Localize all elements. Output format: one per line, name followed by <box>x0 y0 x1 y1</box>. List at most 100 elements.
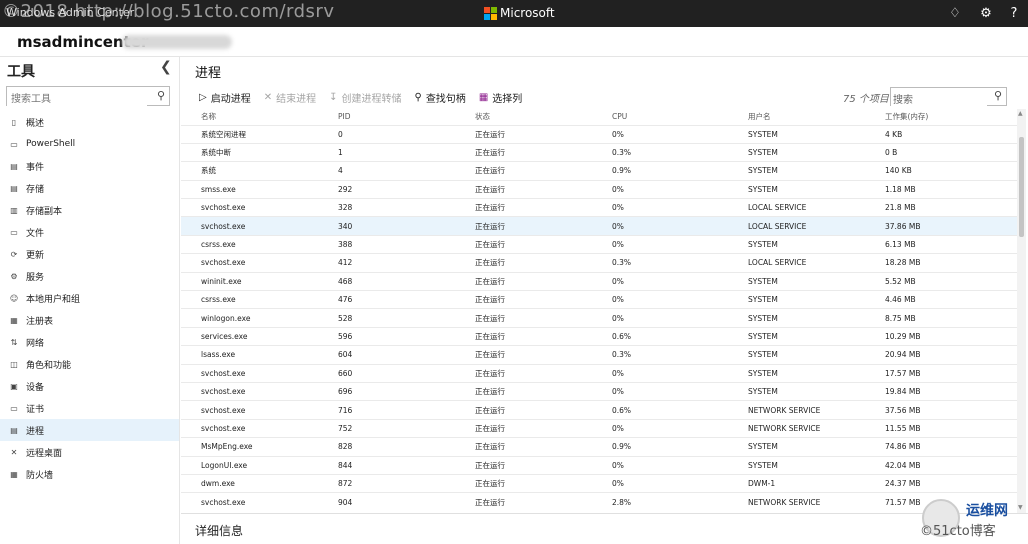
create-dump-button[interactable]: ↧ 创建进程转储 <box>329 90 401 105</box>
sidebar-item-firewall[interactable]: ▦ 防火墙 <box>0 463 179 485</box>
table-cell: 0% <box>612 423 624 433</box>
sidebar-item-label: 进程 <box>26 426 45 437</box>
sidebar-item-users[interactable]: ☺ 本地用户和组 <box>0 287 179 309</box>
table-cell: 0.6% <box>612 405 632 415</box>
column-header[interactable]: 用户名 <box>728 109 865 125</box>
table-cell: csrss.exe <box>201 295 236 305</box>
page-title: 进程 <box>195 66 222 81</box>
table-row[interactable]: svchost.exe 660 正在运行 0% SYSTEM 17.57 MB <box>181 364 1019 382</box>
table-row[interactable]: svchost.exe 752 正在运行 0% NETWORK SERVICE 11.55… <box>181 419 1019 437</box>
sidebar-item-files[interactable]: ▭ 文件 <box>0 221 179 243</box>
table-row[interactable]: winlogon.exe 528 正在运行 0% SYSTEM 8.75 MB <box>181 308 1019 327</box>
start-process-button[interactable]: ▷ 启动进程 <box>199 90 251 105</box>
table-cell: 292 <box>338 184 353 194</box>
sidebar-item-powershell[interactable]: ▭ PowerShell <box>0 133 179 155</box>
sidebar-item-network[interactable]: ⇅ 网络 <box>0 331 179 353</box>
table-scrollbar[interactable]: ▲ ▼ <box>1017 109 1026 513</box>
table-row[interactable]: csrss.exe 476 正在运行 0% SYSTEM 4.46 MB <box>181 290 1019 309</box>
table-cell: 24.37 MB <box>885 479 921 489</box>
search-icon[interactable]: ⚲ <box>157 89 165 102</box>
toolbar: ▷ 启动进程 ✕ 结束进程 ↧ 创建进程转储 ⚲ 查找句柄 ▦ 选择列 <box>199 89 535 105</box>
sidebar-item-overview[interactable]: ▯ 概述 <box>0 111 179 133</box>
search-icon[interactable]: ⚲ <box>994 89 1002 102</box>
table-cell: 0% <box>612 184 624 194</box>
column-header[interactable]: 名称 <box>181 109 318 125</box>
table-cell: 528 <box>338 313 353 323</box>
table-cell: 140 KB <box>885 166 912 176</box>
table-row[interactable]: MsMpEng.exe 828 正在运行 0.9% SYSTEM 74.86 MB <box>181 437 1019 456</box>
sidebar-item-events[interactable]: ▤ 事件 <box>0 155 179 177</box>
server-header: msadmincenter <box>0 27 1028 57</box>
sidebar-item-remote-desktop[interactable]: ✕ 远程桌面 <box>0 441 179 463</box>
find-handles-button[interactable]: ⚲ 查找句柄 <box>414 90 465 105</box>
settings-gear-icon[interactable]: ⚙ <box>976 4 996 24</box>
sidebar-item-registry[interactable]: ▦ 注册表 <box>0 309 179 331</box>
sidebar-item-label: 存储 <box>26 184 45 195</box>
sidebar-item-label: 服务 <box>26 272 45 283</box>
sidebar-item-roles[interactable]: ◫ 角色和功能 <box>0 353 179 375</box>
table-search-input[interactable] <box>891 92 987 109</box>
table-cell: 0% <box>612 240 624 250</box>
close-icon: ✕ <box>263 91 273 103</box>
table-row[interactable]: svchost.exe 340 正在运行 0% LOCAL SERVICE 37.86 M… <box>181 216 1019 236</box>
table-cell: 正在运行 <box>475 258 505 268</box>
table-cell: SYSTEM <box>748 442 778 452</box>
brand-name: Microsoft <box>500 6 555 20</box>
table-cell: 10.29 MB <box>885 331 921 341</box>
help-icon[interactable]: ? <box>1004 4 1024 24</box>
table-row[interactable]: svchost.exe 328 正在运行 0% LOCAL SERVICE 21.8 MB <box>181 198 1019 217</box>
scroll-thumb[interactable] <box>1019 137 1024 237</box>
table-cell: 604 <box>338 350 353 360</box>
table-cell: 74.86 MB <box>885 442 921 452</box>
select-columns-button[interactable]: ▦ 选择列 <box>479 90 522 105</box>
table-cell: 0.9% <box>612 442 632 452</box>
table-row[interactable]: csrss.exe 388 正在运行 0% SYSTEM 6.13 MB <box>181 235 1019 253</box>
table-row[interactable]: svchost.exe 716 正在运行 0.6% NETWORK SERVICE 37.… <box>181 400 1019 419</box>
table-row[interactable]: 系统空闲进程 0 正在运行 0% SYSTEM 4 KB <box>181 125 1019 143</box>
table-row[interactable]: wininit.exe 468 正在运行 0% SYSTEM 5.52 MB <box>181 272 1019 290</box>
end-process-button[interactable]: ✕ 结束进程 <box>264 90 316 105</box>
notifications-bell-icon[interactable]: ♢ <box>945 4 965 24</box>
column-header[interactable]: PID <box>318 109 455 125</box>
sidebar-item-storage[interactable]: ▤ 存储 <box>0 177 179 199</box>
collapse-sidebar-chevron-icon[interactable]: ❮ <box>160 59 172 75</box>
sidebar-item-label: 防火墙 <box>26 470 54 481</box>
sidebar-item-certificates[interactable]: ▭ 证书 <box>0 397 179 419</box>
column-header[interactable]: 工作集(内存) <box>865 109 1019 125</box>
table-cell: 21.8 MB <box>885 203 916 213</box>
column-header[interactable]: 状态 <box>455 109 592 125</box>
scroll-up-icon[interactable]: ▲ <box>1018 110 1023 117</box>
table-cell: 340 <box>338 221 353 231</box>
table-cell: 18.28 MB <box>885 258 921 268</box>
microsoft-logo-icon <box>484 7 497 20</box>
sidebar-item-devices[interactable]: ▣ 设备 <box>0 375 179 397</box>
table-cell: 正在运行 <box>475 148 505 158</box>
table-cell: 17.57 MB <box>885 368 921 378</box>
table-cell: SYSTEM <box>748 460 778 470</box>
table-row[interactable]: svchost.exe 904 正在运行 2.8% NETWORK SERVICE 71.… <box>181 492 1019 511</box>
details-pane[interactable]: 详细信息 <box>181 513 1028 544</box>
table-cell: 0.3% <box>612 148 632 158</box>
table-cell: SYSTEM <box>748 184 778 194</box>
table-row[interactable]: LogonUI.exe 844 正在运行 0% SYSTEM 42.04 MB <box>181 456 1019 474</box>
table-row[interactable]: smss.exe 292 正在运行 0% SYSTEM 1.18 MB <box>181 180 1019 198</box>
table-row[interactable]: svchost.exe 696 正在运行 0% SYSTEM 19.84 MB <box>181 382 1019 400</box>
table-row[interactable]: dwm.exe 872 正在运行 0% DWM-1 24.37 MB <box>181 474 1019 492</box>
table-cell: LOCAL SERVICE <box>748 258 807 268</box>
table-row[interactable]: lsass.exe 604 正在运行 0.3% SYSTEM 20.94 MB <box>181 345 1019 364</box>
tools-search-input[interactable] <box>7 90 147 109</box>
sidebar-item-storage-replica[interactable]: ▥ 存储副本 <box>0 199 179 221</box>
column-header[interactable]: CPU <box>592 109 728 125</box>
sidebar-item-processes[interactable]: ▤ 进程 <box>0 419 179 441</box>
table-row[interactable]: services.exe 596 正在运行 0.6% SYSTEM 10.29 MB <box>181 327 1019 345</box>
table-cell: 19.84 MB <box>885 387 921 397</box>
table-cell: SYSTEM <box>748 129 778 139</box>
table-row[interactable]: 系统 4 正在运行 0.9% SYSTEM 140 KB <box>181 161 1019 180</box>
table-row[interactable]: 系统中断 1 正在运行 0.3% SYSTEM 0 B <box>181 143 1019 161</box>
table-row[interactable]: svchost.exe 412 正在运行 0.3% LOCAL SERVICE 18.28… <box>181 253 1019 272</box>
table-cell: SYSTEM <box>748 148 778 158</box>
sidebar-item-services[interactable]: ⚙ 服务 <box>0 265 179 287</box>
table-cell: 0% <box>612 387 624 397</box>
sidebar-item-updates[interactable]: ⟳ 更新 <box>0 243 179 265</box>
table-cell: SYSTEM <box>748 387 778 397</box>
